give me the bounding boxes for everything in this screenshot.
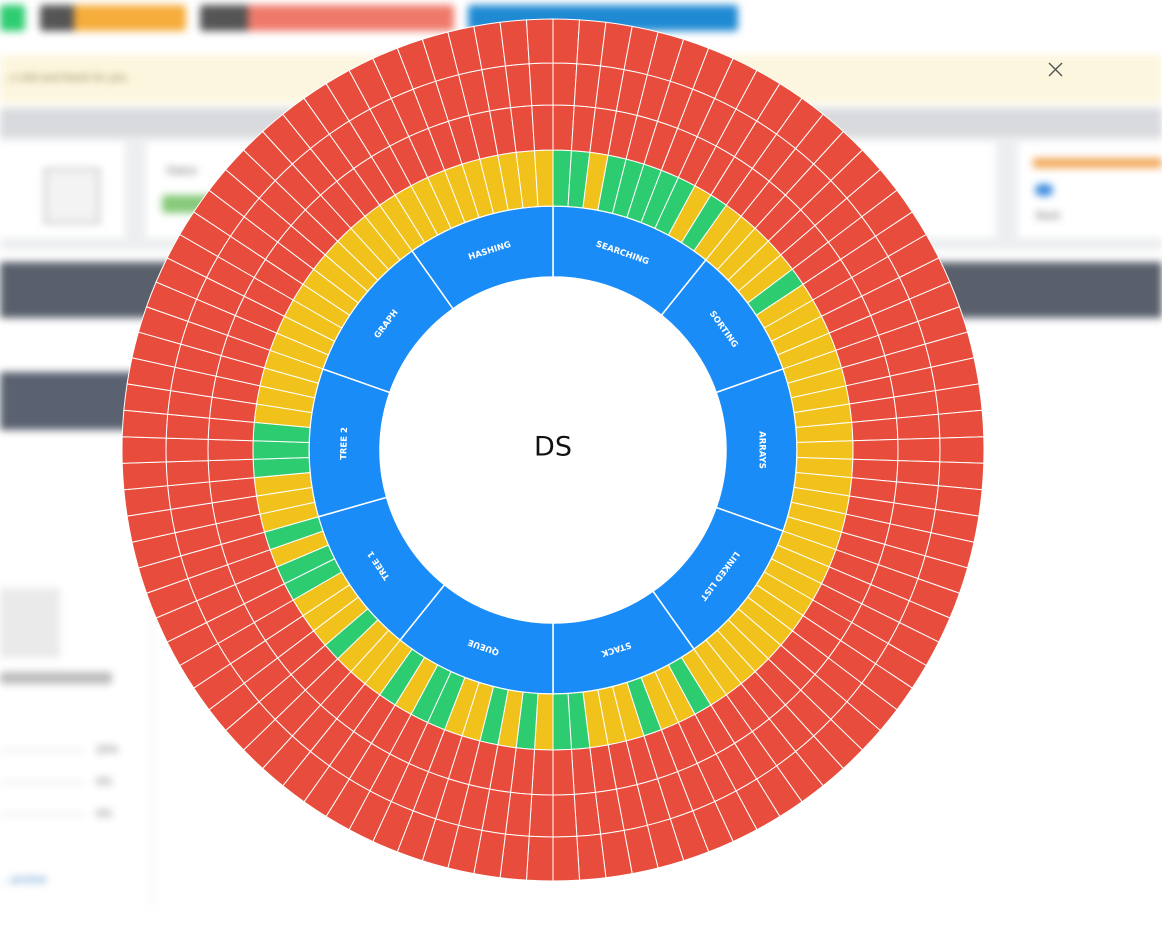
problem-segment[interactable] xyxy=(252,440,310,460)
outer-segment[interactable] xyxy=(525,18,554,65)
close-button[interactable] xyxy=(1043,56,1069,82)
outer-segment[interactable] xyxy=(937,461,985,491)
outer-segment[interactable] xyxy=(504,63,533,109)
sunburst-chart: SEARCHINGSORTINGARRAYSLINKED LISTSTACKQU… xyxy=(121,18,985,882)
outer-segment[interactable] xyxy=(552,793,578,838)
category-label-arrays: ARRAYS xyxy=(757,431,767,469)
problem-segment[interactable] xyxy=(552,693,572,751)
outer-segment[interactable] xyxy=(552,62,578,107)
outer-segment[interactable] xyxy=(528,62,554,107)
outer-segment[interactable] xyxy=(165,437,209,463)
outer-segment[interactable] xyxy=(552,835,581,882)
outer-segment[interactable] xyxy=(895,413,941,440)
outer-segment[interactable] xyxy=(531,748,554,796)
outer-segment[interactable] xyxy=(499,19,530,67)
outer-segment[interactable] xyxy=(573,791,602,837)
outer-segment[interactable] xyxy=(165,460,211,487)
outer-segment[interactable] xyxy=(897,437,941,463)
outer-segment[interactable] xyxy=(207,458,255,483)
outer-segment[interactable] xyxy=(852,438,899,462)
outer-segment[interactable] xyxy=(937,409,985,439)
outer-segment[interactable] xyxy=(851,417,899,442)
outer-segment[interactable] xyxy=(121,409,169,439)
outer-segment[interactable] xyxy=(528,793,554,838)
outer-segment[interactable] xyxy=(121,461,169,491)
outer-segment[interactable] xyxy=(207,438,254,462)
outer-segment[interactable] xyxy=(552,104,575,152)
outer-segment[interactable] xyxy=(939,436,985,464)
problem-segment[interactable] xyxy=(534,149,554,207)
chart-modal: SEARCHING SORTING ARRAYS LINKED LIST STACK QU… xyxy=(0,0,1162,925)
outer-segment[interactable] xyxy=(576,833,607,881)
category-label-tree-2: TREE 2 xyxy=(339,427,350,460)
center-label: DS xyxy=(534,432,572,463)
close-icon xyxy=(1048,62,1063,77)
outer-segment[interactable] xyxy=(552,18,581,65)
outer-segment[interactable] xyxy=(121,436,167,464)
problem-segment[interactable] xyxy=(796,440,854,460)
outer-segment[interactable] xyxy=(531,104,554,152)
outer-segment[interactable] xyxy=(525,835,554,882)
outer-segment[interactable] xyxy=(552,748,575,796)
